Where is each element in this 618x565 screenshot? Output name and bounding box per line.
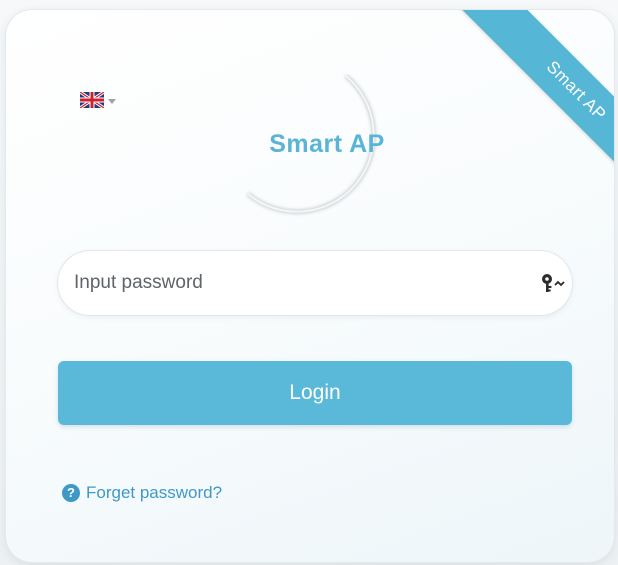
logo-text: Smart AP	[269, 130, 385, 158]
logo: Smart AP	[228, 74, 418, 224]
forget-password-label: Forget password?	[86, 483, 223, 502]
login-button[interactable]: Login	[58, 361, 572, 425]
ribbon-label: Smart AP	[542, 57, 610, 125]
question-circle-icon: ?	[62, 484, 80, 502]
corner-ribbon: Smart AP	[453, 10, 614, 214]
language-selector[interactable]	[80, 92, 116, 108]
uk-flag-icon	[80, 92, 104, 108]
password-field	[58, 251, 572, 315]
password-input[interactable]	[58, 251, 514, 315]
chevron-down-icon	[108, 98, 116, 104]
forget-password-link[interactable]: ? Forget password?	[62, 483, 222, 503]
login-card: Smart AP Smart AP Login ? Forget passwor…	[6, 10, 614, 562]
page-background: Smart AP Smart AP Login ? Forget passwor…	[0, 0, 618, 565]
key-icon[interactable]	[540, 271, 566, 295]
